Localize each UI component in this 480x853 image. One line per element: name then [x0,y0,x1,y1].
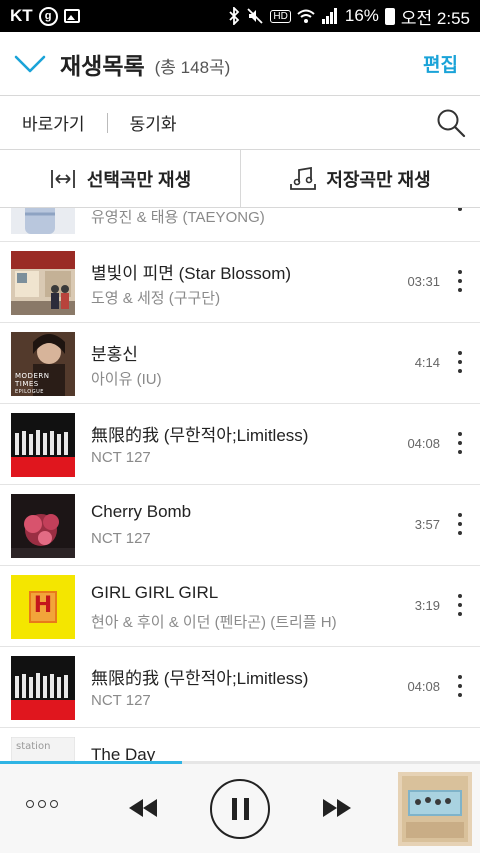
list-item[interactable]: MODERN TIMES EPILOGUE 분홍신 아이유 (IU) 4:14 [0,323,480,404]
song-duration: 4:14 [414,355,440,370]
battery-icon [384,7,395,25]
hd-icon: HD [270,9,291,23]
list-item[interactable]: 無限的我 (무한적아;Limitless) NCT 127 04:08 [0,647,480,728]
signal-icon [321,8,339,24]
search-icon [437,109,466,138]
album-art-subtext: EPILOGUE [15,389,44,395]
sync-button[interactable]: 동기화 [130,110,177,135]
more-options-button[interactable] [456,513,464,535]
album-thumbnail: MODERN TIMES EPILOGUE [11,332,75,396]
list-item[interactable]: Cherry Bomb NCT 127 3:57 [0,485,480,566]
previous-button[interactable] [126,797,160,824]
dot-icon [38,800,46,808]
pause-button[interactable] [210,779,270,839]
song-artist: NCT 127 [91,530,151,547]
more-options-button[interactable] [456,208,464,211]
search-button[interactable] [436,108,466,138]
now-playing-album-art[interactable] [398,772,472,846]
song-list[interactable]: 유영진 & 태용 (TAEYONG) 별빛이 피면 (Star Blossom)… [0,208,480,762]
collapse-button[interactable] [0,32,60,96]
song-duration: 04:08 [407,679,440,694]
shortcut-button[interactable]: 바로가기 [22,110,85,135]
song-title: 無限的我 (무한적아;Limitless) [91,426,309,445]
song-count: (총 148곡) [154,57,231,77]
fast-forward-icon [323,799,351,817]
mini-player [0,764,480,853]
song-artist: NCT 127 [91,692,151,709]
list-item[interactable]: station The Day [0,728,480,762]
play-saved-button[interactable]: 저장곡만 재생 [240,150,480,208]
album-thumbnail [11,494,75,558]
more-options-button[interactable] [456,432,464,454]
chevron-down-icon [14,55,46,72]
album-thumbnail [11,251,75,315]
image-icon [63,9,80,23]
song-duration: 04:08 [407,436,440,451]
play-saved-label: 저장곡만 재생 [326,170,431,190]
song-artist: 유영진 & 태용 (TAEYONG) [91,209,265,226]
song-title: 無限的我 (무한적아;Limitless) [91,669,309,688]
song-title: GIRL GIRL GIRL [91,583,219,602]
album-thumbnail: H [11,575,75,639]
list-item[interactable]: H GIRL GIRL GIRL 현아 & 후이 & 이던 (펜타곤) (트리플… [0,566,480,647]
album-art-text: station [16,741,51,752]
song-artist: 현아 & 후이 & 이던 (펜타곤) (트리플 H) [91,614,337,631]
album-thumbnail [11,656,75,720]
album-art-letter: H [33,593,53,618]
more-options-button[interactable] [456,675,464,697]
song-title: The Day [91,745,156,762]
song-duration: 3:19 [414,598,440,613]
list-item[interactable]: 별빛이 피면 (Star Blossom) 도영 & 세정 (구구단) 03:3… [0,242,480,323]
more-menu-button[interactable] [26,800,58,808]
battery-percent: 16% [344,6,379,25]
album-thumbnail [11,413,75,477]
more-options-button[interactable] [456,270,464,292]
song-duration: 3:57 [414,517,440,532]
play-selected-button[interactable]: 선택곡만 재생 [0,150,240,208]
play-selected-label: 선택곡만 재생 [86,170,192,190]
divider [106,112,108,133]
pause-bar-left [231,798,237,820]
song-title: 분홍신 [91,345,138,364]
album-art-text: MODERN TIMES [15,372,50,388]
wifi-icon [297,8,315,24]
page-title: 재생목록 [60,52,145,79]
range-select-icon [50,170,75,188]
list-item[interactable]: 無限的我 (무한적아;Limitless) NCT 127 04:08 [0,404,480,485]
more-options-button[interactable] [456,594,464,616]
carrier-label: KT [10,6,33,25]
more-options-button[interactable] [456,351,464,373]
song-title: 별빛이 피면 (Star Blossom) [91,264,292,283]
song-duration: 03:31 [407,274,440,289]
clock: 오전 2:55 [400,8,470,28]
song-artist: 도영 & 세정 (구구단) [91,290,221,307]
edit-button[interactable]: 편집 [423,50,458,77]
song-title: Cherry Bomb [91,502,192,521]
next-button[interactable] [320,797,354,824]
rewind-icon [129,799,157,817]
dot-icon [50,800,58,808]
status-bar: KT g HD 16% 오전 2:55 [0,0,480,32]
mute-icon [246,7,264,25]
list-item[interactable]: 유영진 & 태용 (TAEYONG) [0,208,480,242]
playlist-header: 재생목록 (총 148곡) 편집 [0,32,480,96]
g-badge-icon: g [38,6,58,26]
song-artist: NCT 127 [91,449,151,466]
sub-toolbar: 바로가기 동기화 [0,96,480,150]
bluetooth-icon [228,7,240,25]
dot-icon [26,800,34,808]
album-thumbnail: station [11,737,75,762]
play-mode-bar: 선택곡만 재생 저장곡만 재생 [0,150,480,208]
song-artist: 아이유 (IU) [91,371,162,388]
album-thumbnail [11,208,75,234]
pause-bar-right [243,798,249,820]
saved-music-icon [290,167,317,190]
